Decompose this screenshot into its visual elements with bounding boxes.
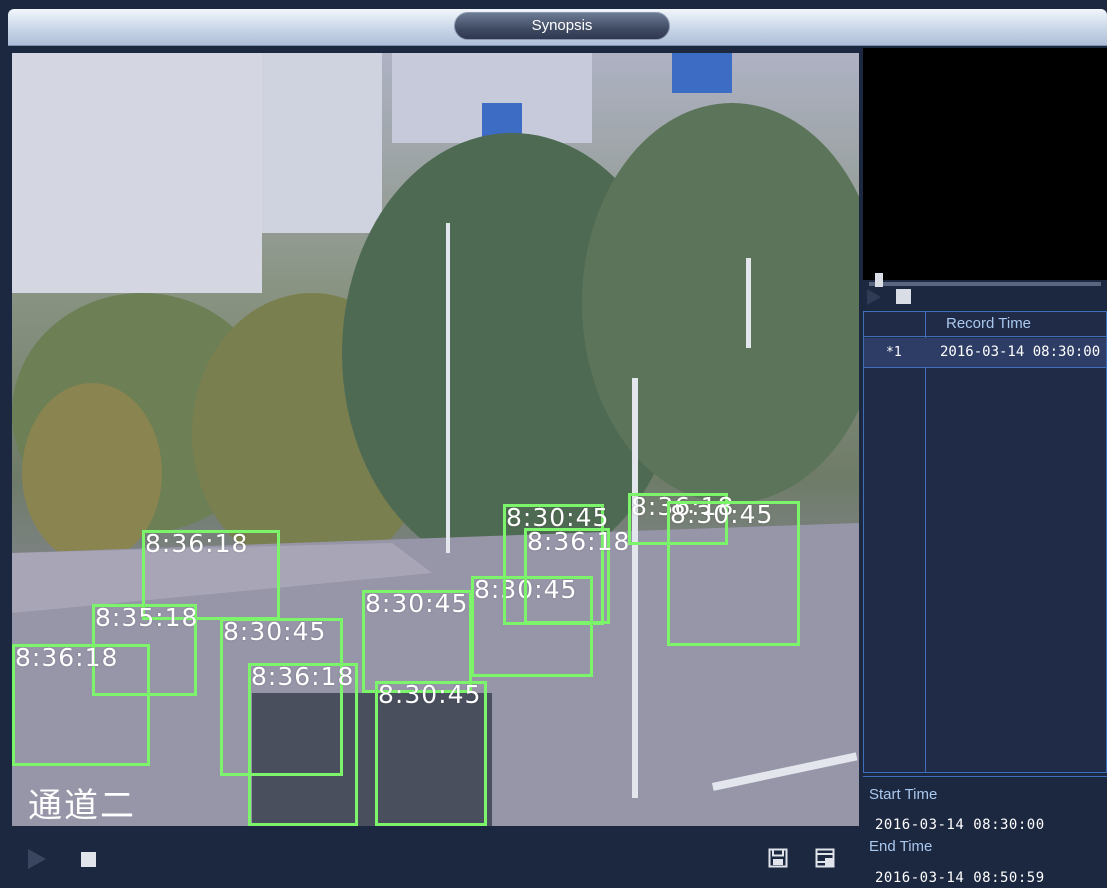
lamp-pole xyxy=(446,223,450,553)
preview-play-icon[interactable] xyxy=(867,289,881,305)
detection-box[interactable]: 8:36:18 xyxy=(248,662,358,826)
channel-osd: 通道二 xyxy=(28,786,136,826)
preview-seekbar[interactable] xyxy=(863,273,1107,308)
stop-icon[interactable] xyxy=(81,852,96,867)
detection-timestamp: 8:30:45 xyxy=(378,680,482,709)
preview-player[interactable] xyxy=(863,48,1107,280)
building-right xyxy=(262,53,382,233)
start-time-label: Start Time xyxy=(869,786,938,803)
start-time-value[interactable]: 2016-03-14 08:30:00 xyxy=(875,817,1045,833)
record-time: 2016-03-14 08:30:00 xyxy=(940,344,1101,360)
detection-timestamp: 8:30:45 xyxy=(365,589,469,618)
detection-box[interactable]: 8:36:18 xyxy=(12,643,150,766)
record-list: Record Time *1 2016-03-14 08:30:00 xyxy=(863,311,1107,773)
title-bar: Synopsis xyxy=(8,9,1107,46)
record-index: *1 xyxy=(886,345,902,360)
detection-timestamp: 8:36:18 xyxy=(527,527,631,556)
detection-box[interactable]: 8:30:45 xyxy=(375,680,487,826)
detection-box[interactable]: 8:30:45 xyxy=(362,589,472,693)
save-icon[interactable] xyxy=(768,848,788,868)
seek-thumb[interactable] xyxy=(875,273,883,287)
clip-icon[interactable] xyxy=(815,848,835,868)
playback-controls xyxy=(8,828,859,888)
record-row[interactable]: *1 2016-03-14 08:30:00 xyxy=(864,338,1106,368)
signal-pole xyxy=(746,258,751,348)
lamp-pole xyxy=(632,378,638,798)
end-time-label: End Time xyxy=(869,838,933,855)
video-viewport[interactable]: 8:36:18 8:35:18 8:36:18 8:30:45 8:36:18 8:30:… xyxy=(12,53,859,826)
detection-box[interactable]: 8:36:18 xyxy=(524,527,629,624)
record-list-header: Record Time xyxy=(864,312,1106,337)
window-blue-2 xyxy=(672,53,732,93)
time-panel: Start Time 2016-03-14 08:30:00 End Time … xyxy=(863,776,1107,888)
detection-timestamp: 8:36:18 xyxy=(15,643,119,672)
end-time-value[interactable]: 2016-03-14 08:50:59 xyxy=(875,870,1045,886)
detection-timestamp: 8:35:18 xyxy=(95,603,199,632)
seek-track[interactable] xyxy=(869,273,1101,287)
window-title: Synopsis xyxy=(454,12,670,40)
preview-stop-icon[interactable] xyxy=(896,289,911,304)
detection-box[interactable]: 8:30:45 xyxy=(667,500,800,646)
tree xyxy=(22,383,162,563)
detection-timestamp: 8:36:18 xyxy=(145,529,249,558)
play-icon[interactable] xyxy=(28,849,46,869)
building xyxy=(12,53,262,293)
detection-timestamp: 8:30:45 xyxy=(223,617,327,646)
detection-timestamp: 8:30:45 xyxy=(670,500,774,529)
detection-timestamp: 8:36:18 xyxy=(251,662,355,691)
record-time-header: Record Time xyxy=(946,315,1032,332)
column-divider xyxy=(925,312,926,772)
